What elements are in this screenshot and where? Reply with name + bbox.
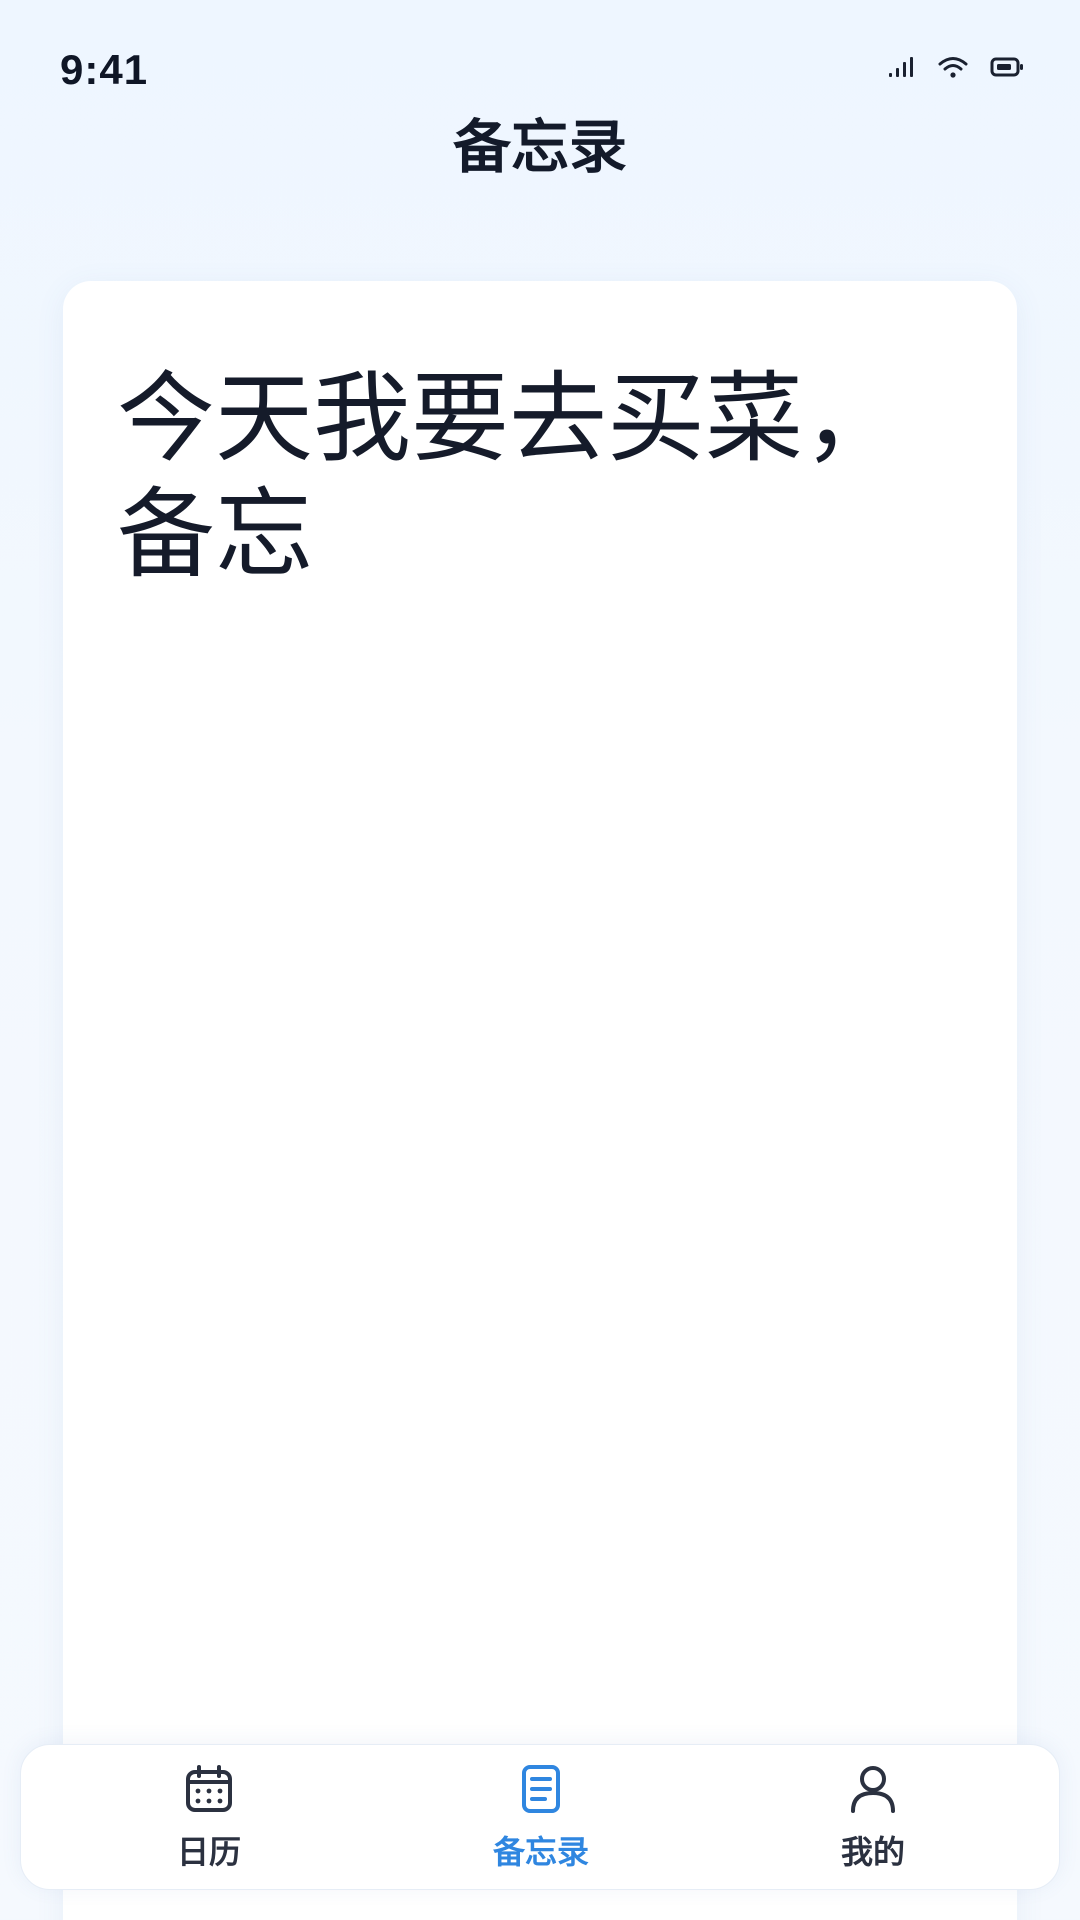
note-text-area[interactable]: 今天我要去买菜，备忘 [117,361,937,593]
signal-icon [889,57,913,77]
status-time: 9:41 [60,46,149,93]
page-title: 备忘录 [452,113,627,181]
battery-icon [990,57,1023,77]
calendar-icon [186,1765,232,1812]
tab-profile-label: 我的 [840,1833,905,1871]
tab-calendar[interactable]: 日历 [109,1763,309,1875]
status-bar: 9:41 [0,0,1080,110]
tab-bar: 日历 备忘录 我的 [20,1744,1060,1890]
document-icon [522,1765,560,1813]
tab-memo[interactable]: 备忘录 [441,1763,641,1875]
note-card[interactable]: 今天我要去买菜，备忘 [63,281,1017,1920]
tab-calendar-label: 日历 [176,1833,241,1871]
status-icons [888,56,1024,78]
person-icon [851,1766,895,1813]
tab-profile[interactable]: 我的 [773,1763,973,1875]
wifi-icon [938,57,968,78]
tab-memo-label: 备忘录 [492,1833,589,1871]
